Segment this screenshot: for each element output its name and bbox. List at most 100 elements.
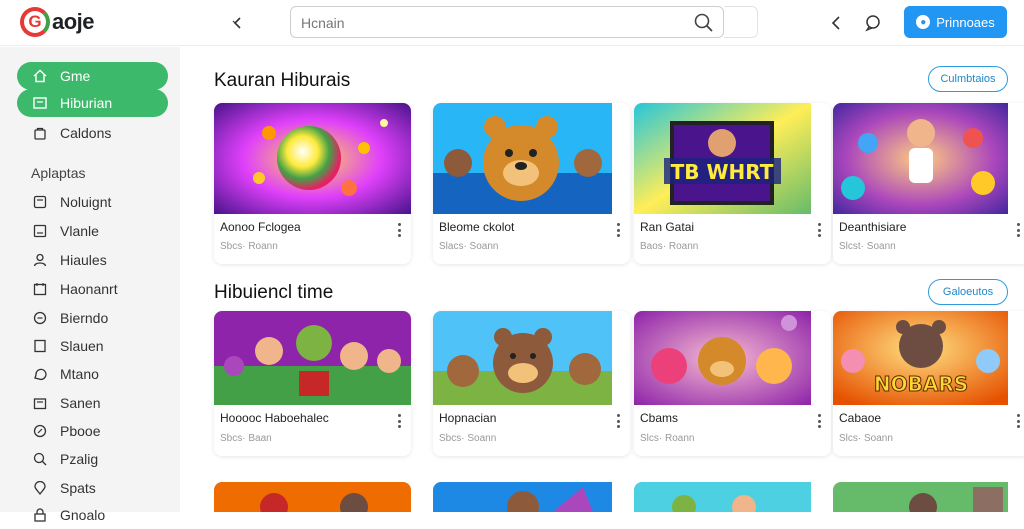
sidebar-item-0[interactable]: Noluignt (17, 188, 168, 216)
pin-icon (32, 480, 48, 496)
sidebar-item-home[interactable]: Gme (17, 62, 168, 90)
search-input[interactable] (301, 12, 681, 34)
card-thumbnail (433, 311, 630, 405)
content-card[interactable] (214, 482, 411, 512)
card-title: Cbams (640, 411, 679, 425)
card-meta: Baos· Roann (640, 241, 699, 252)
card-title: Deanthisiare (839, 220, 907, 234)
card-title: Aonoo Fclogea (220, 220, 301, 234)
sidebar-item-label: Caldons (60, 125, 112, 141)
more-options-icon[interactable] (612, 221, 624, 239)
content-card[interactable]: Aonoo Fclogea Sbcs· Roann (214, 103, 411, 264)
sidebar-item-11[interactable]: Gnoalo (17, 501, 168, 529)
card-thumbnail (214, 482, 411, 512)
sidebar-item-label: Bierndo (60, 310, 109, 326)
sidebar-item-label: Mtano (60, 366, 99, 382)
card-thumbnail (833, 103, 1024, 214)
card-title: Bleome ckolot (439, 220, 515, 234)
card-thumbnail (214, 103, 411, 214)
card-thumbnail (214, 311, 411, 405)
search-options-button[interactable] (724, 6, 758, 38)
chat-bell-icon[interactable] (860, 10, 886, 36)
chat-icon (32, 310, 48, 326)
home-icon (32, 68, 48, 84)
user-icon: ● (916, 15, 931, 29)
sidebar-item-9[interactable]: Pzalig (17, 445, 168, 473)
sidebar-item-label: Gme (60, 68, 91, 84)
more-options-icon[interactable] (393, 221, 405, 239)
sidebar-item-7[interactable]: Sanen (17, 389, 168, 417)
sidebar-item-1[interactable]: Vlanle (17, 217, 168, 245)
top-bar: G aoje ● Prinnoaes (0, 0, 1024, 46)
content-card[interactable]: Hooooc Haboehalec Sbcs· Baan (214, 311, 411, 456)
card-thumbnail: NOBARS (833, 311, 1024, 405)
more-options-icon[interactable] (393, 412, 405, 430)
card-thumbnail (433, 103, 630, 214)
sidebar-item-label: Haonanrt (60, 281, 118, 297)
chevron-left-icon[interactable] (823, 10, 849, 36)
content-card[interactable] (433, 482, 630, 512)
sidebar-item-5[interactable]: Slauen (17, 332, 168, 360)
card-meta: Slacs· Soann (439, 241, 499, 252)
content-card[interactable]: Deanthisiare Slcst· Soann (833, 103, 1024, 264)
content-card[interactable] (634, 482, 831, 512)
calendar-icon (32, 281, 48, 297)
logo-text: aoje (52, 9, 95, 34)
content-card[interactable] (833, 482, 1024, 512)
folder-icon (32, 395, 48, 411)
person-icon (32, 252, 48, 268)
see-all-button[interactable]: Galoeutos (928, 279, 1008, 305)
sidebar-item-6[interactable]: Mtano (17, 360, 168, 388)
content-card[interactable]: TB WHRT Ran Gatai Baos· Roann (634, 103, 831, 264)
more-options-icon[interactable] (612, 412, 624, 430)
see-all-button[interactable]: Culmbtaios (928, 66, 1008, 92)
more-options-icon[interactable] (813, 412, 825, 430)
lock-icon (32, 507, 48, 523)
card-meta: Slcs· Soann (839, 433, 893, 444)
card-thumbnail (433, 482, 630, 512)
thumb-banner-text: TB WHRT (671, 160, 774, 184)
sidebar-item-2[interactable]: Hiaules (17, 246, 168, 274)
sidebar-item-label: Hiaules (60, 252, 107, 268)
card-title: Cabaoe (839, 411, 882, 425)
more-options-icon[interactable] (1012, 412, 1024, 430)
card-meta: Sbcs· Baan (220, 433, 272, 444)
sidebar-item-entertainment[interactable]: Hiburian (17, 89, 168, 117)
window-icon (32, 223, 48, 239)
sidebar-item-label: Vlanle (60, 223, 99, 239)
sidebar-item-label: Spats (60, 480, 96, 496)
app-logo[interactable]: G aoje (20, 6, 95, 38)
sidebar-item-label: Sanen (60, 395, 101, 411)
sidebar-item-8[interactable]: Pbooe (17, 417, 168, 445)
back-arrow-icon[interactable] (226, 11, 250, 35)
square-icon (32, 194, 48, 210)
sidebar-item-collections[interactable]: Caldons (17, 119, 168, 147)
search-box (290, 6, 724, 38)
sidebar: Gme Hiburian Caldons Aplaptas Noluignt V… (0, 47, 180, 523)
more-options-icon[interactable] (1012, 221, 1024, 239)
search-icon[interactable] (693, 12, 715, 34)
content-card[interactable]: Cbams Slcs· Roann (634, 311, 831, 456)
sidebar-item-label: Noluignt (60, 194, 112, 210)
card-meta: Sbcs· Soann (439, 433, 497, 444)
sidebar-item-3[interactable]: Haonanrt (17, 275, 168, 303)
sidebar-item-label: Hiburian (60, 95, 113, 111)
sign-in-label: Prinnoaes (936, 14, 995, 30)
sidebar-item-4[interactable]: Bierndo (17, 304, 168, 332)
content-card[interactable]: Bleome ckolot Slacs· Soann (433, 103, 630, 264)
content-card[interactable]: NOBARS Cabaoe Slcs· Soann (833, 311, 1024, 456)
thumb-banner-text: NOBARS (874, 372, 968, 396)
bag-icon (32, 125, 48, 141)
card-title: Hooooc Haboehalec (220, 411, 329, 425)
badge-icon (32, 423, 48, 439)
content-card[interactable]: Hopnacian Sbcs· Soann (433, 311, 630, 456)
sign-in-button[interactable]: ● Prinnoaes (904, 6, 1007, 38)
sidebar-item-label: Pzalig (60, 451, 99, 467)
bubble-icon (32, 366, 48, 382)
section-title: Kauran Hiburais (214, 70, 351, 91)
card-title: Hopnacian (439, 411, 497, 425)
more-options-icon[interactable] (813, 221, 825, 239)
card-meta: Sbcs· Roann (220, 241, 278, 252)
sidebar-item-10[interactable]: Spats (17, 474, 168, 502)
search-person-icon (32, 451, 48, 467)
